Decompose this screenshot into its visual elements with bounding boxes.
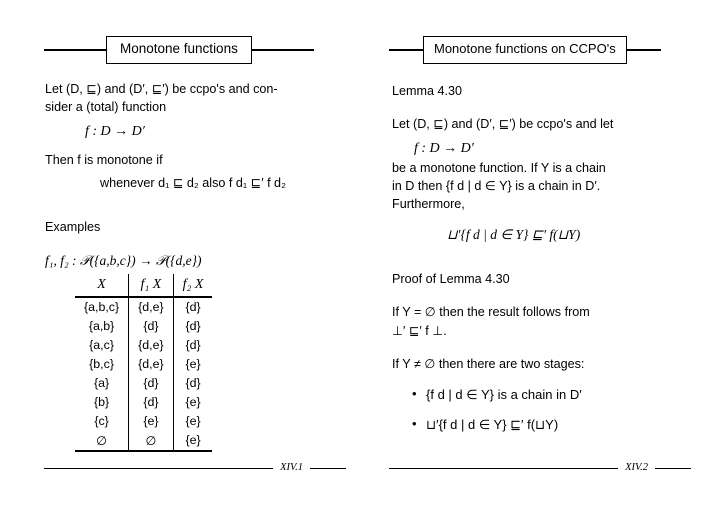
- slide-right: Monotone functions on CCPO's Lemma 4.30 …: [375, 0, 705, 510]
- table-row: {b,c} {d,e} {e}: [75, 355, 213, 375]
- cell-x: {c}: [94, 413, 109, 428]
- cell-f1x: {e}: [128, 412, 174, 432]
- cell-f1x: {d}: [128, 393, 174, 413]
- header-rule-right: [251, 49, 314, 51]
- slide-left-header: Monotone functions: [44, 34, 346, 66]
- table-header-row: X f₁ X f₂ X: [75, 274, 213, 297]
- lemma-line-4: Furthermore,: [392, 195, 691, 213]
- proof-stages-list: {f d | d ∈ Y} is a chain in D′ ⊔′{f d | …: [392, 385, 691, 435]
- col-header-f1x: f₁ X: [128, 274, 174, 297]
- cell-f2x: {d}: [172, 296, 213, 318]
- examples-table-head: X f₁ X f₂ X: [75, 274, 213, 297]
- lemma-heading-text: Lemma 4.30: [392, 84, 463, 98]
- footer-rule-long: [44, 467, 274, 469]
- lemma-heading: Lemma 4.30: [392, 82, 691, 100]
- slide-right-body: Lemma 4.30 Let (D, ⊑) and (D′, ⊑′) be cc…: [392, 82, 691, 446]
- slide-left-page-number: XIV.1: [280, 461, 303, 473]
- footer-rule-short: [655, 467, 691, 469]
- cell-f2x: {d}: [172, 374, 213, 394]
- examples-heading: Examples: [45, 218, 348, 236]
- cell-f1x: {d,e}: [128, 355, 174, 375]
- cell-f1x: {d}: [128, 317, 174, 337]
- bullet-1-text: {f d | d ∈ Y} is a chain in D′: [426, 387, 582, 403]
- proof-line-1: If Y = ∅ then the result follows from: [392, 303, 691, 321]
- intro-line-1: Let (D, ⊑) and (D′, ⊑′) be ccpo's and co…: [45, 80, 348, 98]
- table-row: {a,b,c} {d,e} {d}: [75, 296, 213, 318]
- examples-signature: f₁, f₂ : 𝒫({a,b,c}) → 𝒫({d,e}): [45, 252, 202, 268]
- footer-rule-short: [310, 467, 346, 469]
- lemma-display-equation: ⊔′{f d | d ∈ Y} ⊑′ f(⊔Y): [447, 226, 581, 242]
- examples-table: X f₁ X f₂ X {a,b,c} {d,e} {d} {a,b} {d} …: [75, 274, 213, 452]
- slide-right-footer: XIV.2: [389, 462, 691, 474]
- presentation-page: Monotone functions Let (D, ⊑) and (D′, ⊑…: [0, 0, 720, 510]
- header-rule-right: [626, 49, 661, 51]
- lemma-line-4-text: Furthermore,: [392, 197, 465, 212]
- intro-line-1-text: Let (D, ⊑) and (D′, ⊑′) be ccpo's and co…: [45, 82, 278, 96]
- lemma-line-2-text: be a monotone function. If Y is a chain: [392, 160, 606, 175]
- table-row: {c} {e} {e}: [75, 412, 213, 432]
- proof-line-1-text: If Y = ∅ then the result follows from: [392, 305, 590, 320]
- examples-heading-text: Examples: [45, 220, 101, 235]
- slide-left-title: Monotone functions: [106, 36, 252, 64]
- proof-line-2-text: ⊥′ ⊑′ f ⊥.: [392, 323, 447, 338]
- cell-f2x: {d}: [172, 317, 213, 337]
- slide-left: Monotone functions Let (D, ⊑) and (D′, ⊑…: [30, 0, 360, 510]
- header-rule-left: [44, 49, 106, 51]
- cell-f2x: {e}: [172, 412, 213, 432]
- examples-table-wrap: X f₁ X f₂ X {a,b,c} {d,e} {d} {a,b} {d} …: [45, 274, 348, 452]
- lemma-line-1-text: Let (D, ⊑) and (D′, ⊑′) be ccpo's and le…: [392, 117, 614, 132]
- table-row: {a,c} {d,e} {d}: [75, 336, 213, 356]
- cell-f1x: {d}: [128, 374, 174, 394]
- list-item: ⊔′{f d | d ∈ Y} ⊑′ f(⊔Y): [412, 415, 691, 435]
- lemma-line-1: Let (D, ⊑) and (D′, ⊑′) be ccpo's and le…: [392, 115, 691, 133]
- list-item: {f d | d ∈ Y} is a chain in D′: [412, 385, 691, 405]
- cell-f2x: {d}: [172, 336, 213, 356]
- function-signature-display: f : D → D′: [85, 123, 145, 139]
- bullet-2-text: ⊔′{f d | d ∈ Y} ⊑′ f(⊔Y): [426, 416, 559, 432]
- cell-x: {a,b}: [88, 318, 115, 333]
- cell-f1x: {d,e}: [128, 296, 174, 318]
- proof-line-2: ⊥′ ⊑′ f ⊥.: [392, 322, 691, 340]
- cell-f2x: {e}: [172, 355, 213, 375]
- lemma-line-3: in D then {f d | d ∈ Y} is a chain in D′…: [392, 177, 691, 195]
- table-row: {b} {d} {e}: [75, 393, 213, 413]
- proof-line-3: If Y ≠ ∅ then there are two stages:: [392, 355, 691, 373]
- cell-x: {b}: [93, 394, 110, 409]
- intro-line-2-text: sider a (total) function: [45, 100, 167, 115]
- slide-right-page-number: XIV.2: [625, 461, 648, 473]
- cell-x: {a,b,c}: [84, 299, 120, 314]
- table-row: {a,b} {d} {d}: [75, 317, 213, 337]
- monotone-condition-line: Then f is monotone if: [45, 151, 348, 169]
- monotone-condition-text: Then f is monotone if: [45, 152, 163, 167]
- cell-x: {a}: [93, 375, 110, 390]
- proof-heading-text: Proof of Lemma 4.30: [392, 272, 510, 287]
- cell-f1x: ∅: [128, 431, 174, 452]
- lemma-line-2: be a monotone function. If Y is a chain: [392, 159, 691, 177]
- slide-left-footer: XIV.1: [44, 462, 346, 474]
- cell-f1x: {d,e}: [128, 336, 174, 356]
- whenever-condition: whenever d₁ ⊑ d₂ also f d₁ ⊑′ f d₂: [100, 176, 286, 191]
- proof-heading: Proof of Lemma 4.30: [392, 270, 691, 288]
- col-header-f2x: f₂ X: [172, 274, 213, 297]
- table-row: {a} {d} {d}: [75, 374, 213, 394]
- table-row: ∅ ∅ {e}: [75, 431, 213, 452]
- lemma-function-signature: f : D → D′: [414, 140, 474, 156]
- examples-table-body: {a,b,c} {d,e} {d} {a,b} {d} {d} {a,c} {d…: [75, 296, 213, 452]
- intro-line-2: sider a (total) function: [45, 98, 348, 116]
- cell-x: {a,c}: [89, 337, 114, 352]
- slide-right-title: Monotone functions on CCPO's: [423, 36, 627, 64]
- proof-line-3-text: If Y ≠ ∅ then there are two stages:: [392, 356, 585, 371]
- footer-rule-long: [389, 467, 619, 469]
- cell-f2x: {e}: [172, 431, 213, 452]
- col-header-x: X: [97, 276, 106, 292]
- cell-x: {b,c}: [89, 356, 114, 371]
- slide-right-header: Monotone functions on CCPO's: [389, 34, 691, 66]
- cell-x: ∅: [96, 432, 107, 448]
- slide-left-body: Let (D, ⊑) and (D′, ⊑′) be ccpo's and co…: [45, 80, 348, 452]
- lemma-line-3-text: in D then {f d | d ∈ Y} is a chain in D′…: [392, 179, 601, 194]
- header-rule-left: [389, 49, 423, 51]
- cell-f2x: {e}: [172, 393, 213, 413]
